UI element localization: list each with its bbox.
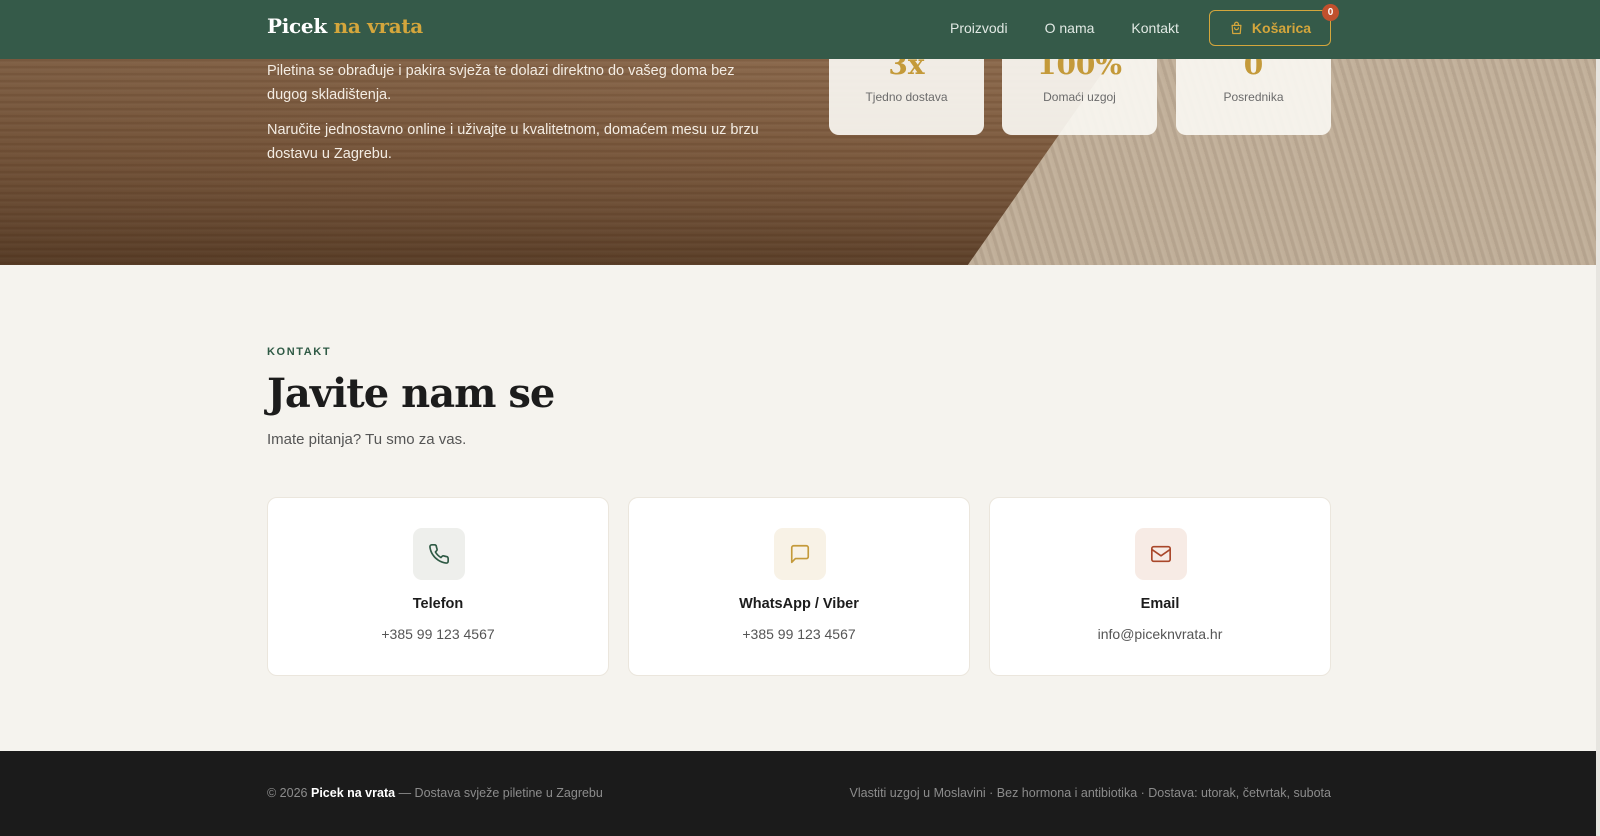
card-value: +385 99 123 4567 xyxy=(381,626,495,642)
site-footer: © 2026 Picek na vrata — Dostava svježe p… xyxy=(0,751,1600,836)
stat-card-delivery: 3x Tjedno dostava xyxy=(829,59,984,135)
cart-label: Košarica xyxy=(1251,20,1312,36)
hero-section: Piletina se obrađuje i pakira svježa te … xyxy=(0,59,1600,265)
section-eyebrow: KONTAKT xyxy=(267,346,332,358)
stat-value: 100% xyxy=(1036,59,1123,81)
logo-main: Picek xyxy=(267,14,327,38)
card-value: +385 99 123 4567 xyxy=(742,626,856,642)
card-title: WhatsApp / Viber xyxy=(739,596,859,612)
logo[interactable]: Picek na vrata xyxy=(267,14,423,38)
stat-value: 3x xyxy=(888,59,925,81)
stat-label: Tjedno dostava xyxy=(865,90,948,104)
stat-card-intermediaries: 0 Posrednika xyxy=(1176,59,1331,135)
card-value: info@piceknvrata.hr xyxy=(1097,626,1223,642)
section-title: Javite nam se xyxy=(267,370,555,417)
site-header: Picek na vrata Proizvodi O nama Kontakt … xyxy=(0,0,1600,59)
contact-card-whatsapp-viber[interactable]: WhatsApp / Viber +385 99 123 4567 xyxy=(628,497,970,676)
stat-value: 0 xyxy=(1243,59,1264,81)
contact-card-phone[interactable]: Telefon +385 99 123 4567 xyxy=(267,497,609,676)
logo-accent: na vrata xyxy=(333,14,424,38)
hero-paragraph-1: Piletina se obrađuje i pakira svježa te … xyxy=(267,63,735,103)
footer-brand: Picek na vrata xyxy=(310,786,396,800)
nav-proizvodi[interactable]: Proizvodi xyxy=(950,20,1008,36)
main-nav: Proizvodi O nama Kontakt xyxy=(950,20,1216,36)
stat-label: Posrednika xyxy=(1223,90,1284,104)
footer-tagline: — Dostava svježe piletine u Zagrebu xyxy=(398,786,603,800)
hero-paragraph-2: Naručite jednostavno online i uživajte u… xyxy=(267,122,759,162)
cart-button[interactable]: Košarica 0 xyxy=(1209,4,1339,46)
contact-card-email[interactable]: Email info@piceknvrata.hr xyxy=(989,497,1331,676)
cart-count-badge: 0 xyxy=(1322,4,1339,21)
shopping-bag-icon xyxy=(1231,21,1242,34)
section-subtitle: Imate pitanja? Tu smo za vas. xyxy=(267,431,467,448)
footer-copyright: © 2026 Picek na vrata — Dostava svježe p… xyxy=(267,786,603,800)
card-title: Telefon xyxy=(412,596,464,612)
copyright-year: © 2026 xyxy=(267,786,308,800)
mail-icon xyxy=(1135,528,1187,580)
stat-card-home-grown: 100% Domaći uzgoj xyxy=(1002,59,1157,135)
phone-icon xyxy=(413,528,465,580)
card-title: Email xyxy=(1140,596,1180,612)
message-icon xyxy=(774,528,826,580)
stat-label: Domaći uzgoj xyxy=(1043,90,1116,104)
nav-kontakt[interactable]: Kontakt xyxy=(1131,20,1178,36)
nav-o-nama[interactable]: O nama xyxy=(1045,20,1095,36)
footer-info: Vlastiti uzgoj u Moslavini · Bez hormona… xyxy=(849,786,1331,800)
page-scrollbar[interactable] xyxy=(1596,0,1600,836)
hero-shade xyxy=(0,59,1600,265)
